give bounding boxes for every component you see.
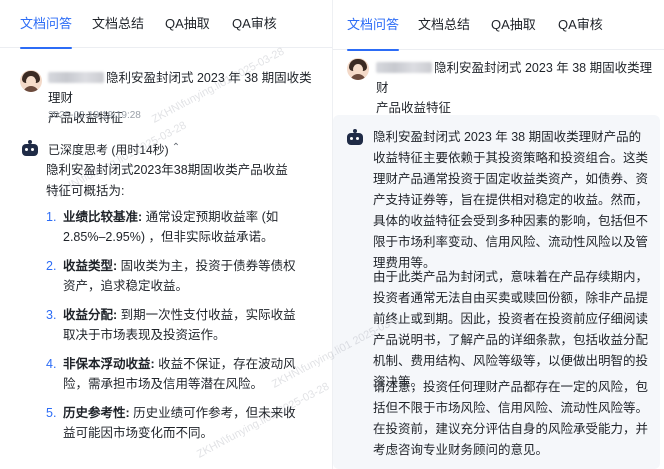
tab-qa-review[interactable]: QA审核: [558, 0, 603, 50]
thinking-intro: 隐利安盈封闭式2023年38期固收类产品收益 特征可概括为:: [46, 160, 316, 202]
bot-icon: [347, 129, 363, 145]
tab-qa-review[interactable]: QA审核: [232, 0, 277, 48]
tab-bar: 文档问答 文档总结 QA抽取 QA审核: [0, 0, 332, 49]
left-panel: 文档问答 文档总结 QA抽取 QA审核 隐利安盈封闭式 2023 年 38 期固…: [0, 0, 332, 469]
list-number: 2.: [46, 259, 57, 273]
question-title: 隐利安盈封闭式 2023 年 38 期固收类理财 产品收益特征: [376, 58, 656, 118]
list-number: 5.: [46, 406, 57, 420]
list-item: 2. 收益类型: 固收类为主，投资于债券等债权资产，追求稳定收益。: [46, 256, 304, 296]
answer-card: 隐利安盈封闭式 2023 年 38 期固收类理财产品的收益特征主要依赖于其投资策…: [333, 115, 660, 469]
bot-icon: [22, 140, 38, 156]
tab-doc-summary[interactable]: 文档总结: [92, 0, 144, 48]
tab-doc-qa[interactable]: 文档问答: [347, 0, 400, 51]
tab-doc-summary[interactable]: 文档总结: [418, 0, 470, 50]
question-title-line2: 产品收益特征: [376, 101, 452, 115]
list-number: 4.: [46, 357, 57, 371]
list-item-label: 收益分配:: [63, 308, 118, 322]
chevron-up-icon[interactable]: ⌃: [170, 142, 182, 154]
feature-list: 1. 业绩比较基准: 通常设定预期收益率 (如 2.85%–2.95%) ，但非实…: [46, 207, 304, 452]
answer-paragraph-3: 请注意，投资任何理财产品都存在一定的风险，包括但不限于市场风险、信用风险、流动性…: [373, 380, 649, 457]
tab-doc-qa[interactable]: 文档问答: [20, 0, 73, 49]
user-avatar: [347, 58, 369, 80]
list-item-label: 业绩比较基准:: [63, 210, 143, 224]
tab-qa-extract[interactable]: QA抽取: [491, 0, 536, 50]
list-number: 3.: [46, 308, 57, 322]
tab-bar: 文档问答 文档总结 QA抽取 QA审核: [333, 0, 664, 51]
user-avatar: [20, 70, 42, 92]
tab-qa-extract[interactable]: QA抽取: [165, 0, 210, 48]
question-timestamp: 2025-02-19 19:19:28: [48, 110, 141, 121]
answer-paragraph-2: 由于此类产品为封闭式，意味着在产品存续期内，投资者通常无法自由买卖或赎回份额，除…: [373, 270, 649, 389]
list-item: 1. 业绩比较基准: 通常设定预期收益率 (如 2.85%–2.95%) ，但非实…: [46, 207, 304, 247]
intro-line1: 隐利安盈封闭式2023年38期固收类产品收益: [46, 163, 288, 177]
list-item-label: 历史参考性:: [63, 406, 130, 420]
redacted-name: [48, 72, 104, 83]
list-item-label: 收益类型:: [63, 259, 118, 273]
list-item: 5. 历史参考性: 历史业绩可作参考，但未来收益可能因市场变化而不同。: [46, 403, 304, 443]
list-item: 3. 收益分配: 到期一次性支付收益，实际收益取决于市场表现及投资运作。: [46, 305, 304, 345]
list-item-label: 非保本浮动收益:: [63, 357, 155, 371]
deep-thinking-label: 已深度思考 (用时14秒): [48, 143, 169, 157]
list-item: 4. 非保本浮动收益: 收益不保证，存在波动风险，需承担市场及信用等潜在风险。: [46, 354, 304, 394]
list-number: 1.: [46, 210, 57, 224]
redacted-name: [376, 62, 432, 73]
answer-paragraph-1: 隐利安盈封闭式 2023 年 38 期固收类理财产品的收益特征主要依赖于其投资策…: [373, 130, 649, 270]
intro-line2: 特征可概括为:: [46, 184, 125, 198]
